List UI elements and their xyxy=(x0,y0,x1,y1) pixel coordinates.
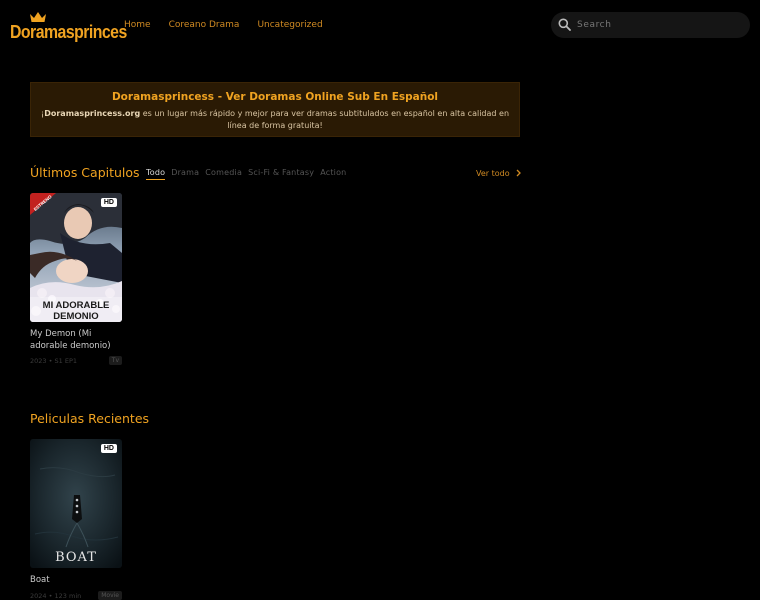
view-all-link[interactable]: Ver todo xyxy=(476,169,522,178)
recent-movies-title: Peliculas Recientes xyxy=(30,411,150,426)
movie-card[interactable]: BOAT HD Boat 2024 • 123 min Movie xyxy=(30,439,122,600)
poster-title: BOAT xyxy=(55,550,97,565)
main-nav: Home Coreano Drama Uncategorized xyxy=(124,20,323,30)
nav-coreano-drama[interactable]: Coreano Drama xyxy=(169,20,240,30)
search-input[interactable] xyxy=(577,12,742,38)
banner-brand: Doramasprincess.org xyxy=(44,109,141,118)
banner-desc-text: es un lugar más rápido y mejor para ver … xyxy=(140,109,510,130)
quality-badge: HD xyxy=(100,444,117,453)
nav-home[interactable]: Home xyxy=(124,20,151,30)
poster-image: ESTRENO MI ADORABLE DEMONIO xyxy=(30,193,122,322)
logo-text: Doramasprinces xyxy=(10,22,127,42)
tab-drama[interactable]: Drama xyxy=(171,168,199,180)
site-header: Doramasprinces Home Coreano Drama Uncate… xyxy=(0,0,760,52)
movie-poster[interactable]: BOAT HD xyxy=(30,439,122,568)
genre-tabs: Todo Drama Comedia Sci-Fi & Fantasy Acti… xyxy=(146,168,346,180)
type-badge: Tv xyxy=(108,356,122,365)
type-badge: Movie xyxy=(98,591,122,600)
tab-todo[interactable]: Todo xyxy=(146,168,166,180)
tab-sci-fi-fantasy[interactable]: Sci-Fi & Fantasy xyxy=(248,168,314,180)
episode-title[interactable]: My Demon (Mi adorable demonio) xyxy=(30,328,122,352)
movie-meta: 2024 • 123 min Movie xyxy=(30,591,122,600)
movie-duration: 123 min xyxy=(54,592,82,600)
poster-title-line2: DEMONIO xyxy=(53,311,98,322)
view-all-label: Ver todo xyxy=(476,169,510,178)
poster-image: BOAT xyxy=(30,439,122,568)
banner-title: Doramasprincess - Ver Doramas Online Sub… xyxy=(111,91,439,103)
movie-title[interactable]: Boat xyxy=(30,574,122,586)
episode-meta: 2023 • S1 EP1 Tv xyxy=(30,356,122,365)
nav-uncategorized[interactable]: Uncategorized xyxy=(257,20,322,30)
search-box xyxy=(551,12,750,38)
episode-card[interactable]: ESTRENO MI ADORABLE DEMONIO HD My Demon … xyxy=(30,193,122,373)
banner-description: ¡Doramasprincess.org es un lugar más ráp… xyxy=(41,108,509,131)
episode-poster[interactable]: ESTRENO MI ADORABLE DEMONIO HD xyxy=(30,193,122,322)
movie-year: 2024 xyxy=(30,592,47,600)
tab-comedia[interactable]: Comedia xyxy=(205,168,242,180)
episode-number: S1 EP1 xyxy=(54,357,78,365)
episode-year: 2023 xyxy=(30,357,47,365)
site-logo[interactable]: Doramasprinces xyxy=(10,11,127,42)
quality-badge: HD xyxy=(100,198,117,207)
search-icon[interactable] xyxy=(558,18,571,31)
poster-title-line1: MI ADORABLE xyxy=(43,300,110,311)
chevron-right-icon xyxy=(516,169,522,177)
latest-episodes-title: Últimos Capitulos xyxy=(30,165,140,180)
intro-banner: Doramasprincess - Ver Doramas Online Sub… xyxy=(30,82,520,137)
tab-action[interactable]: Action xyxy=(320,168,346,180)
